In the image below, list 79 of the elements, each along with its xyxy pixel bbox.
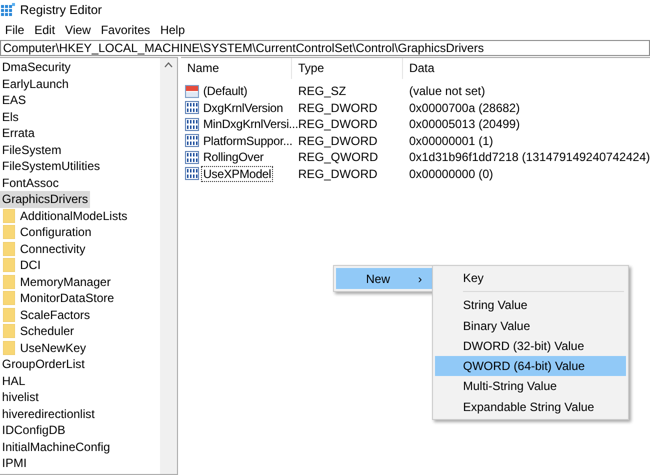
window-title: Registry Editor [20,3,102,17]
tree-item[interactable]: IDConfigDB [0,422,68,438]
scroll-up-icon[interactable] [164,62,174,68]
tree-item[interactable]: FileSystem [0,142,64,158]
binary-value-icon [185,150,200,164]
menu-item[interactable]: Binary Value [435,316,626,336]
value-data: 0x00000000 (0) [408,166,494,181]
value-data: 0x0000700a (28682) [408,100,521,115]
binary-value-icon [185,118,200,131]
address-bar[interactable]: Computer\HKEY_LOCAL_MACHINE\SYSTEM\CurrentControlSet\Control\GraphicsDrivers [0,40,650,56]
folder-icon [3,274,15,289]
tree-item[interactable]: MemoryManager [18,274,113,290]
value-name[interactable]: RollingOver [202,150,265,164]
tree-item[interactable]: GroupOrderList [0,356,87,372]
value-type: REG_DWORD [298,166,378,181]
binary-value-icon [185,101,200,114]
value-name[interactable]: PlatformSuppor... [202,134,294,148]
value-type: REG_SZ [298,84,348,98]
menu-item[interactable]: DWORD (32-bit) Value [435,336,626,356]
tree-item[interactable]: Scheduler [18,323,76,340]
value-name[interactable]: (Default) [202,84,248,98]
tree-item[interactable]: FontAssoc [0,174,61,191]
value-name[interactable]: UseXPModel [202,166,272,181]
value-name[interactable]: DxgKrnlVersion [202,100,284,115]
menu-item[interactable]: Edit [32,22,62,36]
tree-item[interactable]: hiveredirectionlist [0,406,97,422]
registry-icon [1,3,15,17]
menu-item[interactable]: Key [435,268,626,288]
menu-item[interactable]: Expandable String Value [435,396,626,418]
tree-item[interactable]: Connectivity [18,240,88,257]
tree-item[interactable]: IPMI [0,455,29,472]
tree-item[interactable]: DCI [18,257,43,274]
menu-item[interactable]: Multi-String Value [435,376,626,397]
menu-item[interactable]: Help [158,22,191,36]
string-value-icon [185,84,200,98]
folder-icon [3,291,15,306]
column-header[interactable]: Name [181,58,292,79]
tree-item[interactable]: UseNewKey [18,340,88,356]
folder-icon [3,258,15,272]
tree-item[interactable]: FileSystemUtilities [0,158,102,174]
value-type: REG_DWORD [298,117,378,132]
scrollbar[interactable] [160,58,178,474]
value-type: REG_DWORD [298,100,378,115]
folder-icon [3,225,15,240]
value-name[interactable]: MinDxgKrnlVersi... [202,117,300,132]
tree-item[interactable]: Els [0,108,21,125]
value-data: 0x00000001 (1) [408,134,494,148]
binary-value-icon [185,167,200,180]
tree-item[interactable]: Configuration [18,224,94,240]
tree-item[interactable]: EarlyLaunch [0,76,71,92]
menu-item[interactable]: Favorites [98,22,156,36]
menu-item[interactable]: QWORD (64-bit) Value [435,356,626,376]
binary-value-icon [185,134,200,148]
tree-item[interactable]: DmaSecurity [0,59,73,76]
tree-item[interactable]: hivelist [0,389,41,406]
tree-item[interactable]: ScaleFactors [18,306,92,323]
menu-item[interactable]: File [3,22,30,36]
menu-item[interactable]: String Value [435,295,626,316]
tree-item[interactable]: HAL [0,372,28,389]
value-type: REG_QWORD [298,150,380,164]
value-type: REG_DWORD [298,134,378,148]
menu-item[interactable]: New › [336,268,434,289]
folder-icon [3,324,15,338]
folder-icon [3,308,15,322]
folder-icon [3,340,15,355]
tree-item[interactable]: InitialMachineConfig [0,438,112,455]
menu-item[interactable]: View [63,22,97,36]
tree-item[interactable]: EAS [0,92,28,108]
column-header[interactable]: Type [292,58,404,79]
value-data: (value not set) [408,84,486,98]
tree-item[interactable]: MonitorDataStore [18,290,116,306]
folder-icon [3,208,15,223]
folder-icon [3,242,15,256]
tree-item[interactable]: Errata [0,125,37,142]
value-data: 0x00005013 (20499) [408,117,521,132]
tree-item[interactable]: GraphicsDrivers [0,191,90,208]
column-header[interactable]: Data [403,58,650,79]
tree-item[interactable]: AdditionalModeLists [18,208,130,224]
value-data: 0x1d31b96f1dd7218 (131479149240742424) [408,150,650,164]
